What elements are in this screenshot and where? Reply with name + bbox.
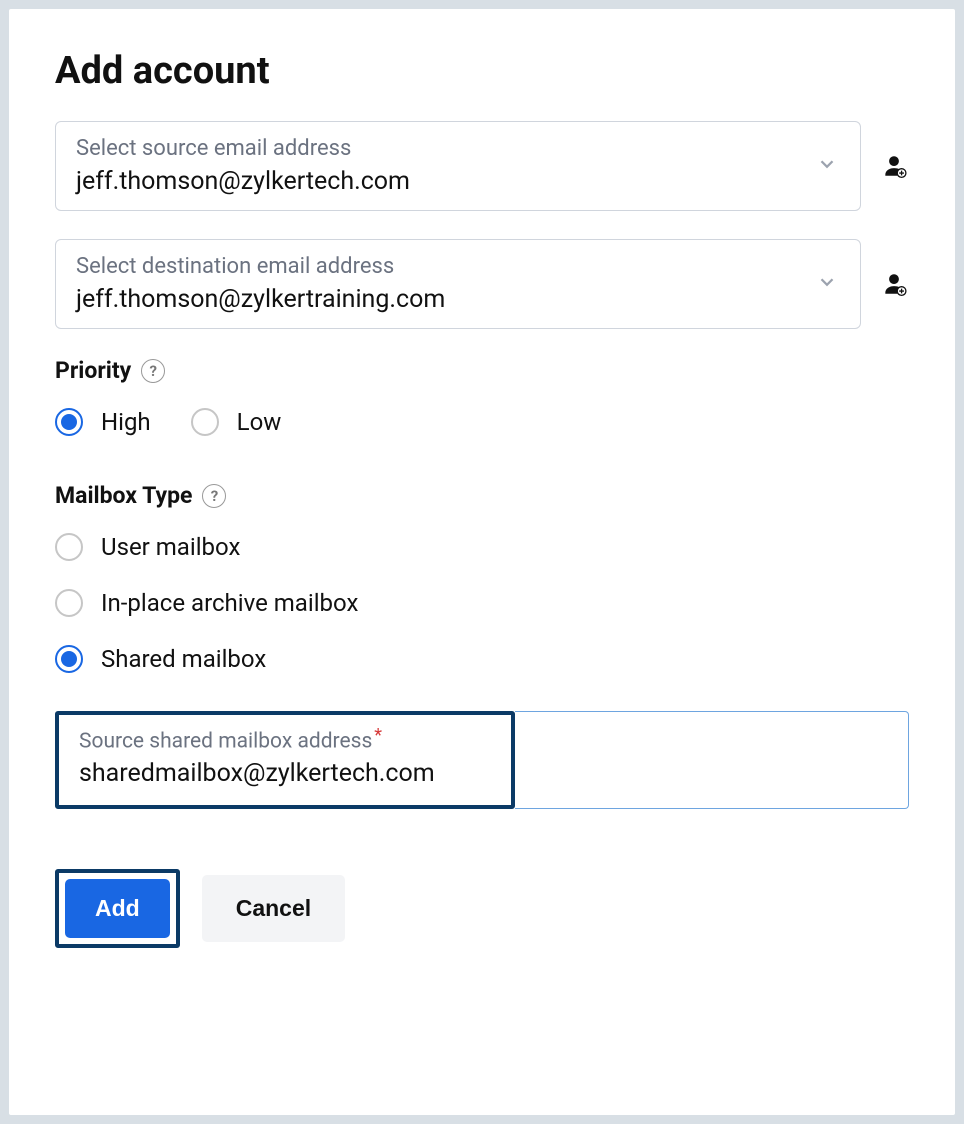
add-account-form: Add account Select source email address … <box>8 8 956 1116</box>
required-indicator: * <box>374 725 382 746</box>
priority-low-radio[interactable]: Low <box>191 408 282 436</box>
radio-unselected-icon <box>55 589 83 617</box>
priority-options: High Low <box>55 408 909 436</box>
destination-email-value: jeff.thomson@zylkertraining.com <box>76 285 840 314</box>
shared-mailbox-highlight: Source shared mailbox address* sharedmai… <box>55 711 515 809</box>
destination-email-label: Select destination email address <box>76 254 840 279</box>
help-icon[interactable]: ? <box>141 359 165 383</box>
shared-mailbox-input-extension[interactable] <box>515 711 909 809</box>
add-button-highlight: Add <box>55 869 180 948</box>
page-title: Add account <box>55 49 909 93</box>
mailbox-shared-radio[interactable]: Shared mailbox <box>55 645 909 673</box>
mailbox-archive-radio[interactable]: In-place archive mailbox <box>55 589 909 617</box>
priority-high-radio[interactable]: High <box>55 408 151 436</box>
shared-mailbox-field: Source shared mailbox address* sharedmai… <box>55 711 909 809</box>
mailbox-shared-label: Shared mailbox <box>101 645 266 673</box>
mailbox-type-options: User mailbox In-place archive mailbox Sh… <box>55 533 909 673</box>
radio-unselected-icon <box>55 533 83 561</box>
shared-mailbox-label: Source shared mailbox address* <box>79 725 491 753</box>
help-icon[interactable]: ? <box>202 484 226 508</box>
destination-email-row: Select destination email address jeff.th… <box>55 239 909 329</box>
add-destination-user-icon[interactable] <box>879 269 909 299</box>
mailbox-type-label: Mailbox Type ? <box>55 482 226 509</box>
mailbox-archive-label: In-place archive mailbox <box>101 589 358 617</box>
shared-mailbox-input[interactable]: Source shared mailbox address* sharedmai… <box>59 715 511 802</box>
mailbox-type-section: Mailbox Type ? User mailbox In-place arc… <box>55 482 909 673</box>
button-row: Add Cancel <box>55 869 909 948</box>
source-email-row: Select source email address jeff.thomson… <box>55 121 909 211</box>
add-source-user-icon[interactable] <box>879 151 909 181</box>
mailbox-user-label: User mailbox <box>101 533 240 561</box>
chevron-down-icon <box>816 153 838 179</box>
priority-low-label: Low <box>237 408 282 436</box>
source-email-value: jeff.thomson@zylkertech.com <box>76 167 840 196</box>
priority-label: Priority ? <box>55 357 165 384</box>
destination-email-select[interactable]: Select destination email address jeff.th… <box>55 239 861 329</box>
mailbox-user-radio[interactable]: User mailbox <box>55 533 909 561</box>
priority-section: Priority ? High Low <box>55 357 909 436</box>
source-email-select[interactable]: Select source email address jeff.thomson… <box>55 121 861 211</box>
radio-selected-icon <box>55 408 83 436</box>
radio-selected-icon <box>55 645 83 673</box>
source-email-label: Select source email address <box>76 136 840 161</box>
priority-high-label: High <box>101 408 151 436</box>
radio-unselected-icon <box>191 408 219 436</box>
cancel-button[interactable]: Cancel <box>202 875 345 942</box>
chevron-down-icon <box>816 271 838 297</box>
shared-mailbox-value: sharedmailbox@zylkertech.com <box>79 759 491 788</box>
add-button[interactable]: Add <box>65 879 170 938</box>
